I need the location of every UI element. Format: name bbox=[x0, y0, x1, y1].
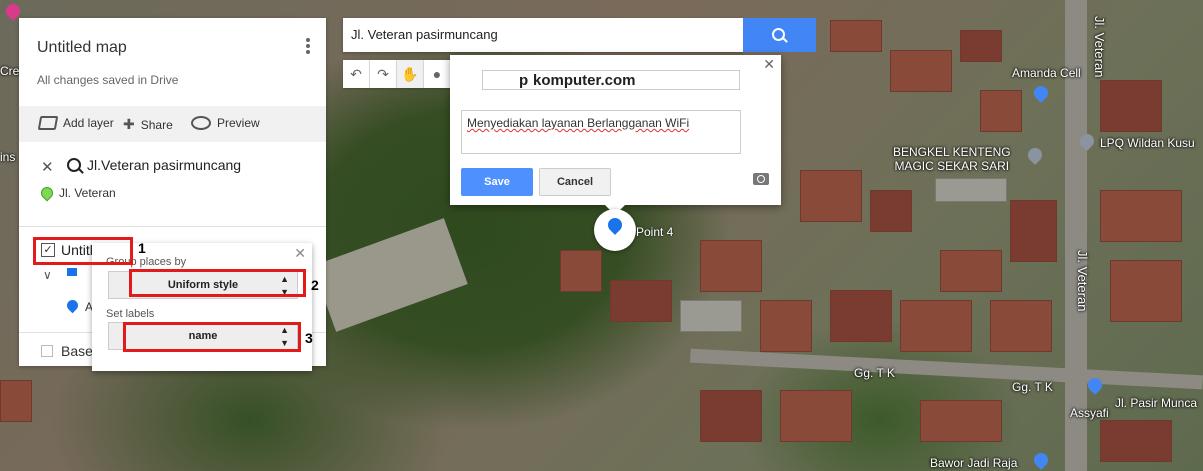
rooftop bbox=[680, 300, 742, 332]
rooftop bbox=[610, 280, 672, 322]
rooftop bbox=[940, 250, 1002, 292]
annotation-box-3 bbox=[123, 322, 301, 352]
blue-pin-icon bbox=[605, 215, 625, 235]
rooftop bbox=[700, 390, 762, 442]
rooftop bbox=[1110, 260, 1182, 322]
camera-icon[interactable] bbox=[753, 173, 769, 185]
rooftop bbox=[1100, 420, 1172, 462]
rooftop bbox=[830, 20, 882, 52]
map-label-lpq: LPQ Wildan Kusu bbox=[1100, 136, 1195, 150]
shopping-poi-icon[interactable] bbox=[1031, 450, 1051, 470]
map-toolbar: Add layer ✚ Share Preview bbox=[19, 106, 326, 142]
rooftop bbox=[870, 190, 912, 232]
place-poi-icon[interactable] bbox=[1025, 145, 1045, 165]
green-pin-icon bbox=[38, 184, 56, 202]
map-label-bengkel: BENGKEL KENTENG MAGIC SEKAR SARI bbox=[893, 145, 1011, 173]
search-icon bbox=[772, 28, 785, 41]
map-title[interactable]: Untitled map bbox=[37, 39, 127, 57]
search-icon bbox=[67, 158, 81, 172]
more-options-icon[interactable] bbox=[302, 36, 314, 56]
map-label-jl-pasir: Jl. Pasir Munca bbox=[1115, 396, 1198, 410]
eye-icon bbox=[191, 116, 211, 130]
base-map-row[interactable]: Base bbox=[41, 343, 93, 359]
rooftop bbox=[1100, 190, 1182, 242]
map-label-assyafi: Assyafi bbox=[1070, 406, 1109, 420]
rooftop bbox=[920, 400, 1002, 442]
rooftop bbox=[700, 240, 762, 292]
map-search-box bbox=[343, 18, 743, 52]
rooftop bbox=[980, 90, 1022, 132]
shopping-poi-icon[interactable] bbox=[1031, 83, 1051, 103]
annotation-number-3: 3 bbox=[305, 330, 313, 346]
feature-info-window: ✕ p komputer.com Menyediakan layanan Ber… bbox=[450, 55, 781, 215]
save-status: All changes saved in Drive bbox=[37, 73, 179, 87]
search-button[interactable] bbox=[743, 18, 816, 52]
rooftop bbox=[900, 300, 972, 352]
map-label-jl-veteran-right: Jl. Veteran bbox=[1075, 250, 1090, 312]
blue-pin-icon bbox=[64, 297, 81, 314]
rooftop bbox=[935, 178, 1007, 202]
dropdown-icon[interactable] bbox=[41, 345, 53, 357]
rooftop bbox=[830, 290, 892, 342]
map-label-jl-veteran-top: Jl. Veteran bbox=[1092, 16, 1107, 78]
undo-icon[interactable]: ↶ bbox=[343, 60, 370, 88]
share-button[interactable]: ✚ Share bbox=[123, 116, 173, 133]
rooftop bbox=[760, 300, 812, 352]
road bbox=[312, 218, 468, 332]
layers-icon bbox=[37, 116, 59, 130]
search-result-title[interactable]: Jl.Veteran pasirmuncang bbox=[87, 157, 241, 173]
map-search-input[interactable] bbox=[343, 18, 739, 50]
rooftop bbox=[800, 170, 862, 222]
feature-title-input[interactable]: p komputer.com bbox=[482, 70, 740, 90]
map-label-bawor: Bawor Jadi Raja bbox=[930, 456, 1018, 470]
map-label-gg-tk-2: Gg. T K bbox=[1012, 380, 1053, 394]
chevron-down-icon[interactable]: ∨ bbox=[43, 268, 52, 282]
close-icon[interactable]: ✕ bbox=[763, 56, 775, 73]
feature-description-input[interactable]: Menyediakan layanan Berlangganan WiFi bbox=[461, 110, 741, 154]
search-result-item[interactable]: Jl. Veteran bbox=[38, 184, 116, 202]
rooftop bbox=[960, 30, 1002, 62]
map-label-ins: ins bbox=[0, 150, 16, 164]
rooftop bbox=[990, 300, 1052, 352]
add-person-icon: ✚ bbox=[123, 116, 135, 132]
rooftop bbox=[0, 380, 32, 422]
rooftop bbox=[780, 390, 852, 442]
rooftop bbox=[1100, 80, 1162, 132]
hand-icon[interactable]: ✋ bbox=[397, 60, 424, 88]
preview-button[interactable]: Preview bbox=[191, 116, 260, 130]
rooftop bbox=[560, 250, 602, 292]
save-button[interactable]: Save bbox=[461, 168, 533, 196]
divider bbox=[19, 226, 326, 227]
map-label-gg-tk-1: Gg. T K bbox=[854, 366, 895, 380]
cancel-button[interactable]: Cancel bbox=[539, 168, 611, 196]
road bbox=[689, 348, 1203, 390]
paint-roller-icon[interactable] bbox=[67, 268, 77, 276]
close-icon[interactable]: ✕ bbox=[294, 245, 306, 262]
annotation-box-2 bbox=[129, 269, 306, 297]
annotation-box-1 bbox=[33, 237, 133, 265]
rooftop bbox=[890, 50, 952, 92]
add-layer-button[interactable]: Add layer bbox=[37, 116, 114, 130]
redo-icon[interactable]: ↷ bbox=[370, 60, 397, 88]
map-label-amanda-cell: Amanda Cell bbox=[1012, 66, 1081, 80]
rooftop bbox=[1010, 200, 1057, 262]
annotation-number-1: 1 bbox=[138, 240, 146, 256]
close-icon[interactable]: ✕ bbox=[41, 158, 54, 176]
annotation-number-2: 2 bbox=[311, 277, 319, 293]
add-marker-icon[interactable]: ● bbox=[424, 60, 451, 88]
marker-label: Point 4 bbox=[636, 225, 674, 239]
set-labels-label: Set labels bbox=[106, 308, 155, 320]
selected-marker[interactable] bbox=[594, 209, 636, 251]
